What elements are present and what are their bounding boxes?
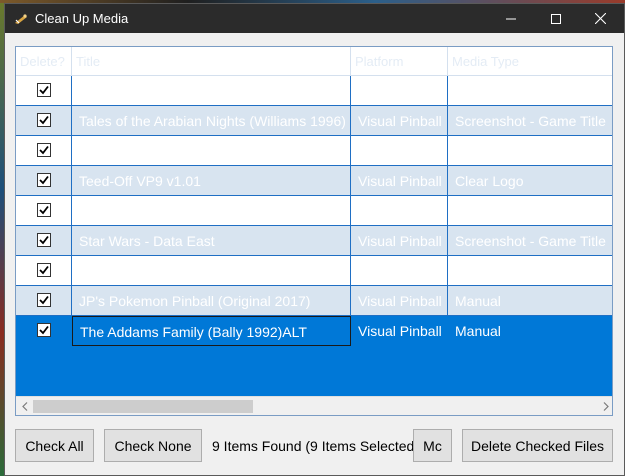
delete-checkbox[interactable] — [37, 143, 51, 157]
table-row[interactable] — [16, 136, 612, 166]
scroll-right-button[interactable] — [597, 397, 612, 415]
table-row[interactable] — [16, 256, 612, 286]
delete-checkbox[interactable] — [37, 263, 51, 277]
minimize-icon — [505, 18, 516, 19]
checkmark-icon — [39, 115, 49, 125]
platform-cell[interactable]: Visual Pinball — [351, 286, 448, 316]
checkmark-icon — [39, 265, 49, 275]
delete-checkbox[interactable] — [37, 233, 51, 247]
maximize-icon — [550, 13, 561, 24]
media-type-cell[interactable] — [448, 256, 612, 286]
delete-cell[interactable] — [16, 316, 72, 346]
media-type-cell[interactable]: Manual — [448, 286, 612, 316]
delete-checked-files-button[interactable]: Delete Checked Files — [462, 429, 613, 462]
table-row[interactable]: Star Wars - Data East Visual Pinball Scr… — [16, 226, 612, 256]
checkmark-icon — [39, 175, 49, 185]
delete-checkbox[interactable] — [37, 203, 51, 217]
delete-cell[interactable] — [16, 136, 72, 166]
media-data-grid[interactable]: Delete? Title Platform Media Type Tales … — [15, 46, 613, 416]
platform-cell[interactable] — [351, 136, 448, 166]
delete-cell[interactable] — [16, 76, 72, 106]
media-type-cell[interactable]: Manual — [448, 316, 612, 346]
platform-cell[interactable]: Visual Pinball — [351, 226, 448, 256]
table-row[interactable] — [16, 196, 612, 226]
minimize-button[interactable] — [488, 4, 533, 33]
platform-cell[interactable] — [351, 256, 448, 286]
delete-cell[interactable] — [16, 166, 72, 196]
close-button[interactable] — [578, 4, 623, 33]
title-cell[interactable] — [72, 76, 351, 106]
maximize-button[interactable] — [533, 4, 578, 33]
checkmark-icon — [39, 205, 49, 215]
delete-cell[interactable] — [16, 106, 72, 136]
column-header-delete[interactable]: Delete? — [16, 47, 72, 76]
platform-cell[interactable] — [351, 76, 448, 106]
platform-cell[interactable] — [351, 196, 448, 226]
clean-up-media-window: Clean Up Media Delete? Title Platform Me… — [4, 3, 625, 476]
delete-checkbox[interactable] — [37, 113, 51, 127]
title-cell[interactable]: Tales of the Arabian Nights (Williams 19… — [72, 106, 351, 136]
delete-checkbox[interactable] — [37, 173, 51, 187]
checkmark-icon — [39, 295, 49, 305]
media-type-cell[interactable] — [448, 76, 612, 106]
scrollbar-thumb[interactable] — [33, 400, 253, 413]
grid-header: Delete? Title Platform Media Type — [16, 47, 612, 76]
checkmark-icon — [39, 145, 49, 155]
title-cell[interactable]: Teed-Off VP9 v1.01 — [72, 166, 351, 196]
platform-cell[interactable]: Visual Pinball — [351, 106, 448, 136]
table-row[interactable]: JP's Pokemon Pinball (Original 2017) Vis… — [16, 286, 612, 316]
checkmark-icon — [39, 85, 49, 95]
chevron-right-icon — [603, 402, 609, 411]
media-type-cell[interactable]: Screenshot - Game Title — [448, 226, 612, 256]
checkmark-icon — [39, 235, 49, 245]
close-icon — [595, 13, 606, 24]
platform-cell[interactable]: Visual Pinball — [351, 316, 448, 346]
platform-cell[interactable]: Visual Pinball — [351, 166, 448, 196]
check-none-button[interactable]: Check None — [104, 429, 202, 462]
horizontal-scrollbar[interactable] — [16, 396, 612, 415]
column-header-platform[interactable]: Platform — [351, 47, 448, 76]
delete-cell[interactable] — [16, 226, 72, 256]
delete-cell[interactable] — [16, 286, 72, 316]
scroll-left-button[interactable] — [16, 397, 33, 415]
window-title: Clean Up Media — [35, 11, 129, 26]
checkmark-icon — [39, 325, 49, 335]
column-header-media-type[interactable]: Media Type — [448, 47, 612, 76]
delete-checkbox[interactable] — [37, 293, 51, 307]
title-cell[interactable] — [72, 196, 351, 226]
title-cell[interactable]: The Addams Family (Bally 1992)ALT — [72, 316, 351, 346]
delete-cell[interactable] — [16, 256, 72, 286]
title-cell[interactable]: JP's Pokemon Pinball (Original 2017) — [72, 286, 351, 316]
table-row-selected[interactable]: The Addams Family (Bally 1992)ALT Visual… — [16, 316, 612, 346]
delete-checkbox[interactable] — [37, 323, 51, 337]
check-all-button[interactable]: Check All — [15, 429, 94, 462]
title-cell[interactable] — [72, 136, 351, 166]
media-type-cell[interactable]: Clear Logo — [448, 166, 612, 196]
mc-button[interactable]: Mc — [413, 429, 452, 462]
table-row[interactable]: Tales of the Arabian Nights (Williams 19… — [16, 106, 612, 136]
table-row[interactable] — [16, 76, 612, 106]
media-type-cell[interactable] — [448, 196, 612, 226]
pinball-app-icon — [13, 11, 29, 27]
delete-checkbox[interactable] — [37, 83, 51, 97]
media-type-cell[interactable] — [448, 136, 612, 166]
chevron-left-icon — [21, 402, 27, 411]
title-cell[interactable]: Star Wars - Data East — [72, 226, 351, 256]
column-header-title[interactable]: Title — [72, 47, 351, 76]
title-bar[interactable]: Clean Up Media — [5, 4, 624, 33]
title-cell[interactable] — [72, 256, 351, 286]
delete-cell[interactable] — [16, 196, 72, 226]
items-found-status: 9 Items Found (9 Items Selected) — [212, 438, 419, 454]
media-type-cell[interactable]: Screenshot - Game Title — [448, 106, 612, 136]
table-row[interactable]: Teed-Off VP9 v1.01 Visual Pinball Clear … — [16, 166, 612, 196]
